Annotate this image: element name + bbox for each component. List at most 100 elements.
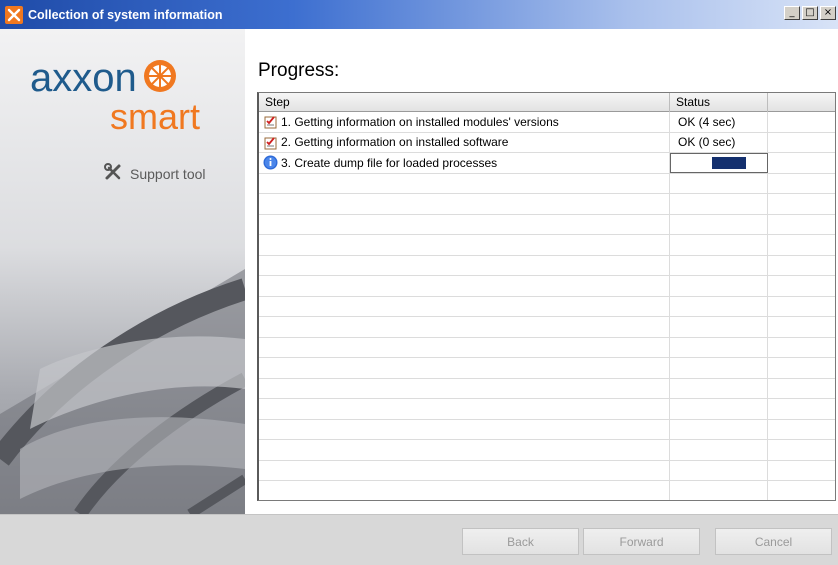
step-cell bbox=[259, 419, 670, 439]
table-row[interactable] bbox=[259, 440, 835, 461]
step-cell: 3. Create dump file for loaded processes bbox=[259, 153, 670, 173]
table-row[interactable] bbox=[259, 460, 835, 481]
table-row[interactable]: 2. Getting information on installed soft… bbox=[259, 132, 835, 153]
tools-icon bbox=[104, 163, 124, 184]
column-header-extra bbox=[768, 93, 835, 112]
table-body: 1. Getting information on installed modu… bbox=[259, 112, 835, 500]
table-row[interactable] bbox=[259, 358, 835, 379]
step-cell: 2. Getting information on installed soft… bbox=[259, 132, 670, 152]
step-cell: 1. Getting information on installed modu… bbox=[259, 112, 670, 132]
extra-cell bbox=[768, 235, 835, 255]
extra-cell bbox=[768, 112, 835, 132]
table-row[interactable] bbox=[259, 317, 835, 338]
extra-cell bbox=[768, 153, 835, 173]
forward-button[interactable]: Forward bbox=[583, 528, 700, 555]
table-row[interactable] bbox=[259, 235, 835, 256]
progress-table: Step Status 1. Getting information on in… bbox=[257, 92, 836, 501]
extra-cell bbox=[768, 358, 835, 378]
table-row[interactable] bbox=[259, 194, 835, 215]
step-cell bbox=[259, 358, 670, 378]
status-cell bbox=[670, 481, 768, 500]
window-controls: _ □ × bbox=[784, 6, 836, 20]
minimize-button[interactable]: _ bbox=[784, 6, 800, 20]
step-cell bbox=[259, 440, 670, 460]
window-title: Collection of system information bbox=[28, 7, 223, 22]
extra-cell bbox=[768, 133, 835, 153]
status-label: OK (0 sec) bbox=[678, 135, 736, 150]
status-cell bbox=[670, 255, 768, 275]
status-cell bbox=[670, 399, 768, 419]
extra-cell bbox=[768, 194, 835, 214]
table-row[interactable] bbox=[259, 276, 835, 297]
status-cell bbox=[670, 419, 768, 439]
status-cell bbox=[670, 235, 768, 255]
table-row[interactable]: 1. Getting information on installed modu… bbox=[259, 112, 835, 133]
extra-cell bbox=[768, 276, 835, 296]
step-cell bbox=[259, 481, 670, 500]
step-cell bbox=[259, 296, 670, 316]
step-cell bbox=[259, 337, 670, 357]
status-cell bbox=[670, 276, 768, 296]
step-cell bbox=[259, 317, 670, 337]
status-cell bbox=[670, 153, 768, 173]
extra-cell bbox=[768, 399, 835, 419]
progress-fill bbox=[712, 157, 746, 169]
status-cell bbox=[670, 317, 768, 337]
extra-cell bbox=[768, 461, 835, 481]
button-bar: Back Forward Cancel bbox=[0, 514, 838, 565]
table-header: Step Status bbox=[259, 93, 835, 112]
checklist-icon bbox=[263, 135, 278, 150]
info-icon bbox=[263, 155, 278, 170]
table-row[interactable] bbox=[259, 378, 835, 399]
close-button[interactable]: × bbox=[820, 6, 836, 20]
status-cell: OK (0 sec) bbox=[670, 132, 768, 152]
axxon-smart-logo: axxon smart bbox=[30, 56, 200, 137]
status-cell bbox=[670, 173, 768, 193]
table-row[interactable] bbox=[259, 214, 835, 235]
status-cell bbox=[670, 378, 768, 398]
app-icon bbox=[5, 5, 23, 24]
extra-cell bbox=[768, 338, 835, 358]
step-cell bbox=[259, 194, 670, 214]
extra-cell bbox=[768, 317, 835, 337]
status-cell bbox=[670, 358, 768, 378]
step-cell bbox=[259, 173, 670, 193]
step-label: 2. Getting information on installed soft… bbox=[281, 135, 509, 150]
logo-word-top: axxon bbox=[30, 56, 137, 100]
step-cell bbox=[259, 214, 670, 234]
extra-cell bbox=[768, 420, 835, 440]
step-cell bbox=[259, 399, 670, 419]
table-row[interactable] bbox=[259, 419, 835, 440]
status-label: OK (4 sec) bbox=[678, 114, 736, 129]
maximize-button[interactable]: □ bbox=[802, 6, 818, 20]
table-row[interactable] bbox=[259, 399, 835, 420]
back-button[interactable]: Back bbox=[462, 528, 579, 555]
table-row[interactable] bbox=[259, 255, 835, 276]
table-row[interactable] bbox=[259, 173, 835, 194]
status-cell bbox=[670, 214, 768, 234]
column-header-step[interactable]: Step bbox=[259, 93, 670, 112]
step-cell bbox=[259, 378, 670, 398]
step-cell bbox=[259, 235, 670, 255]
extra-cell bbox=[768, 174, 835, 194]
progress-bar bbox=[671, 154, 767, 172]
title-bar: Collection of system information _ □ × bbox=[0, 0, 838, 29]
support-tool-text: Support tool bbox=[130, 165, 206, 182]
logo-word-bottom: smart bbox=[110, 96, 200, 137]
column-header-status[interactable]: Status bbox=[670, 93, 768, 112]
sidebar: axxon smart Support tool bbox=[0, 29, 245, 514]
sidebar-decoration bbox=[0, 269, 245, 514]
table-row[interactable] bbox=[259, 481, 835, 500]
cancel-button[interactable]: Cancel bbox=[715, 528, 832, 555]
checklist-icon bbox=[263, 114, 278, 129]
step-cell bbox=[259, 460, 670, 480]
step-label: 1. Getting information on installed modu… bbox=[281, 114, 559, 129]
table-row[interactable] bbox=[259, 296, 835, 317]
step-label: 3. Create dump file for loaded processes bbox=[281, 155, 498, 170]
table-row[interactable]: 3. Create dump file for loaded processes bbox=[259, 153, 835, 174]
status-cell bbox=[670, 194, 768, 214]
extra-cell bbox=[768, 215, 835, 235]
extra-cell bbox=[768, 256, 835, 276]
status-cell bbox=[670, 296, 768, 316]
table-row[interactable] bbox=[259, 337, 835, 358]
